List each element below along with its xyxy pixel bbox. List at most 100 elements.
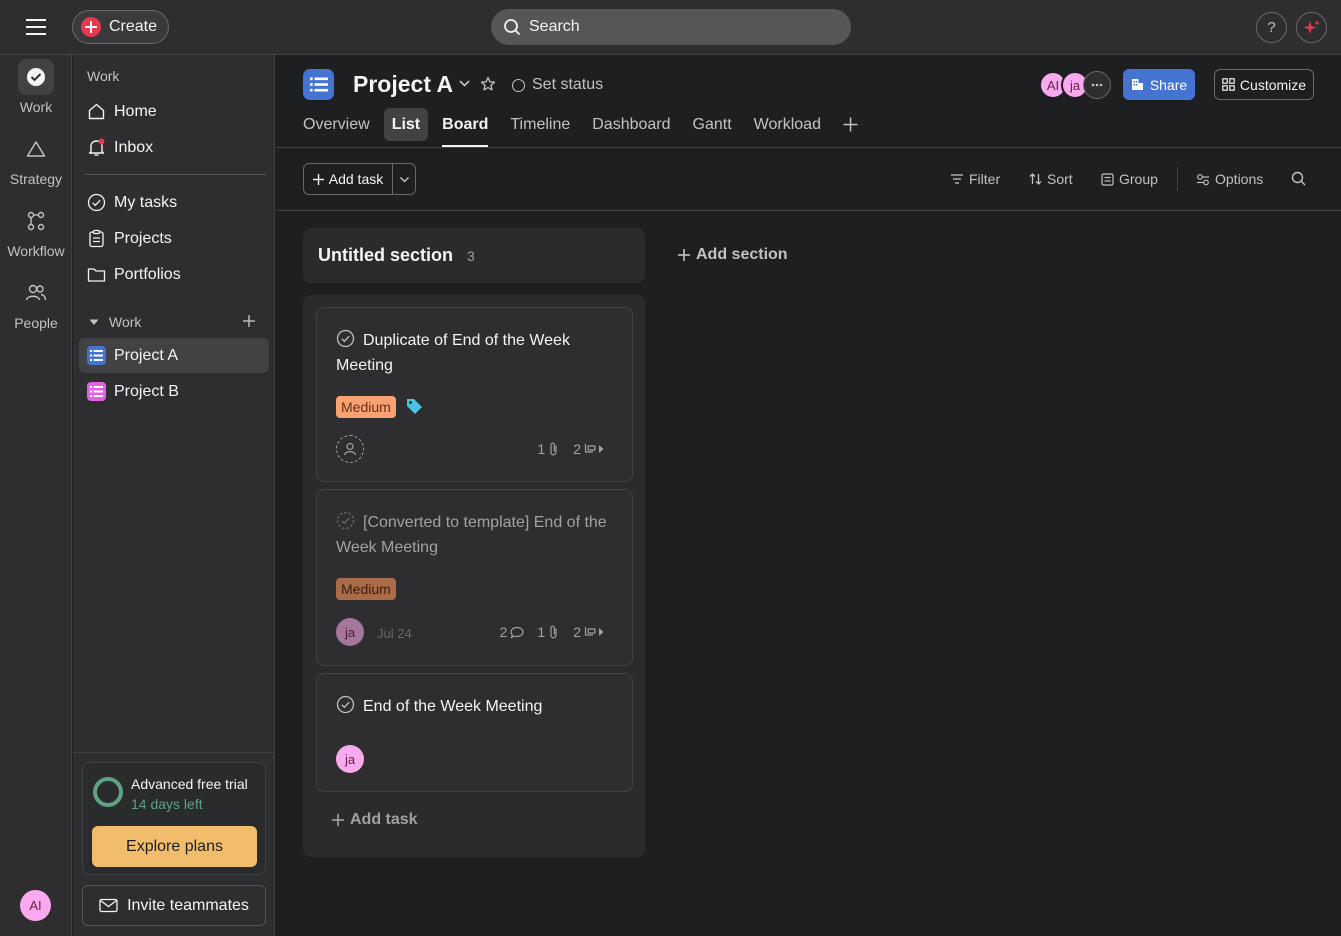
rail-item-work[interactable]: Work bbox=[0, 59, 72, 115]
share-label: Share bbox=[1149, 76, 1188, 93]
more-members-icon[interactable] bbox=[1083, 71, 1111, 99]
add-task-label: Add task bbox=[350, 811, 418, 828]
clipboard-icon bbox=[87, 229, 106, 248]
search-tasks-button[interactable] bbox=[1291, 171, 1306, 186]
list-icon bbox=[87, 382, 106, 401]
team-heading: Work bbox=[109, 314, 142, 330]
status-circle-icon bbox=[512, 78, 525, 92]
trial-progress-ring bbox=[93, 777, 123, 807]
rail-item-strategy[interactable]: Strategy bbox=[0, 131, 72, 187]
task-card[interactable]: End of the Week Meeting ja bbox=[316, 673, 633, 792]
sidebar-item-project-b[interactable]: Project B bbox=[79, 374, 269, 409]
home-icon bbox=[87, 102, 106, 121]
options-label: Options bbox=[1215, 171, 1264, 187]
add-task-dropdown[interactable] bbox=[393, 164, 415, 194]
tab-list[interactable]: List bbox=[383, 108, 429, 141]
sidebar-item-label: Project B bbox=[114, 382, 179, 400]
add-task-button[interactable]: Add task bbox=[304, 164, 393, 194]
mail-icon bbox=[99, 898, 118, 913]
rail-label: People bbox=[14, 315, 58, 331]
sidebar-item-inbox[interactable]: Inbox bbox=[79, 130, 269, 165]
sidebar-item-my-tasks[interactable]: My tasks bbox=[79, 185, 269, 220]
tab-dashboard[interactable]: Dashboard bbox=[592, 108, 670, 141]
sidebar-item-home[interactable]: Home bbox=[79, 94, 269, 129]
tab-workload[interactable]: Workload bbox=[754, 108, 821, 141]
sidebar-item-projects[interactable]: Projects bbox=[79, 221, 269, 256]
customize-label: Customize bbox=[1239, 76, 1307, 93]
tab-overview[interactable]: Overview bbox=[303, 108, 370, 141]
check-circle-icon bbox=[87, 193, 106, 212]
share-button[interactable]: Share bbox=[1123, 69, 1195, 100]
invite-teammates-button[interactable]: Invite teammates bbox=[82, 885, 266, 926]
customize-button[interactable]: Customize bbox=[1214, 69, 1314, 100]
sidebar-team-header[interactable]: Work bbox=[79, 305, 269, 339]
chevron-down-icon[interactable] bbox=[458, 79, 471, 88]
trial-title: Advanced free trial bbox=[131, 776, 248, 792]
section-task-count: 3 bbox=[467, 247, 475, 264]
set-status-button[interactable]: Set status bbox=[512, 76, 603, 94]
tab-board[interactable]: Board bbox=[442, 108, 489, 147]
help-button[interactable]: ? bbox=[1256, 12, 1287, 43]
task-card[interactable]: Duplicate of End of the Week Meeting Med… bbox=[316, 307, 633, 482]
section-title[interactable]: Untitled section bbox=[318, 245, 453, 266]
tab-timeline[interactable]: Timeline bbox=[510, 108, 570, 141]
list-icon bbox=[87, 346, 106, 365]
tag-icon[interactable] bbox=[405, 397, 424, 416]
caret-down-icon[interactable] bbox=[87, 315, 101, 329]
filter-button[interactable]: Filter bbox=[950, 171, 1000, 187]
task-card-title[interactable]: [Converted to template] End of the Week … bbox=[336, 510, 616, 560]
rail-label: Workflow bbox=[7, 243, 65, 259]
group-button[interactable]: Group bbox=[1101, 171, 1158, 187]
task-title-text: [Converted to template] End of the Week … bbox=[336, 514, 607, 556]
star-icon[interactable] bbox=[480, 76, 496, 92]
create-button[interactable]: Create bbox=[72, 10, 169, 44]
member-avatars[interactable]: AI ja bbox=[1039, 71, 1111, 99]
add-section-button[interactable]: Add section bbox=[678, 246, 788, 264]
priority-tag[interactable]: Medium bbox=[336, 396, 396, 418]
priority-tag[interactable]: Medium bbox=[336, 578, 396, 600]
project-list-icon[interactable] bbox=[303, 69, 334, 100]
sidebar-heading: Work bbox=[87, 68, 120, 84]
triangle-icon bbox=[18, 131, 54, 167]
task-card-title[interactable]: End of the Week Meeting bbox=[336, 694, 616, 719]
add-section-label: Add section bbox=[696, 246, 788, 263]
sidebar-item-portfolios[interactable]: Portfolios bbox=[79, 257, 269, 292]
user-avatar[interactable]: AI bbox=[20, 890, 51, 921]
sidebar-item-label: Project A bbox=[114, 346, 179, 364]
task-card[interactable]: [Converted to template] End of the Week … bbox=[316, 489, 633, 666]
tab-gantt[interactable]: Gantt bbox=[693, 108, 732, 141]
avatar[interactable]: ja bbox=[336, 745, 364, 773]
group-icon bbox=[1101, 172, 1114, 186]
plus-icon bbox=[312, 173, 324, 185]
sparkle-icon bbox=[1303, 19, 1321, 37]
sort-button[interactable]: Sort bbox=[1029, 171, 1073, 187]
board-column: Duplicate of End of the Week Meeting Med… bbox=[303, 295, 645, 857]
add-project-icon[interactable] bbox=[242, 314, 256, 328]
trial-days-left: 14 days left bbox=[131, 796, 203, 812]
board-section-header[interactable]: Untitled section 3 bbox=[303, 228, 645, 283]
search-input[interactable]: Search bbox=[491, 9, 851, 45]
filter-label: Filter bbox=[969, 171, 1001, 187]
rail-item-people[interactable]: People bbox=[0, 275, 72, 331]
complete-check-icon[interactable] bbox=[336, 329, 355, 348]
task-card-title[interactable]: Duplicate of End of the Week Meeting bbox=[336, 328, 616, 378]
add-task-to-section-button[interactable]: Add task bbox=[332, 811, 418, 829]
due-date[interactable]: Jul 24 bbox=[377, 626, 412, 641]
complete-check-icon[interactable] bbox=[336, 695, 355, 714]
sort-label: Sort bbox=[1047, 171, 1073, 187]
chevron-down-icon bbox=[399, 176, 410, 183]
template-check-icon[interactable] bbox=[336, 511, 355, 530]
assignee-placeholder-icon[interactable] bbox=[336, 435, 364, 463]
menu-icon[interactable] bbox=[24, 17, 48, 37]
ai-sparkle-button[interactable] bbox=[1296, 12, 1327, 43]
options-button[interactable]: Options bbox=[1196, 171, 1263, 187]
avatar[interactable]: ja bbox=[336, 618, 364, 646]
sidebar-item-label: Inbox bbox=[114, 138, 154, 156]
sidebar-item-project-a[interactable]: Project A bbox=[79, 338, 269, 373]
subtask-count: 2 bbox=[573, 441, 581, 457]
rail-item-workflow[interactable]: Workflow bbox=[0, 203, 72, 259]
people-icon bbox=[18, 275, 54, 311]
explore-plans-button[interactable]: Explore plans bbox=[92, 826, 257, 867]
paperclip-icon bbox=[550, 442, 557, 456]
add-tab-icon[interactable] bbox=[843, 108, 858, 141]
